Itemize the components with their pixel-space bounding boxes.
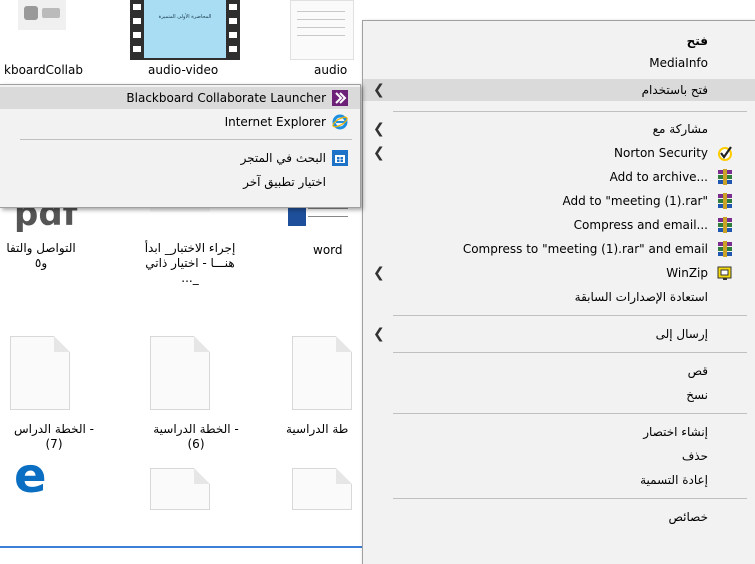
chevron-left-icon: ❮ — [373, 145, 385, 161]
menu-separator — [393, 315, 747, 316]
menu-item-mediainfo[interactable]: MediaInfo — [363, 52, 755, 74]
winrar-icon — [717, 193, 733, 209]
menu-separator — [20, 139, 352, 140]
submenu-item-choose-another-app[interactable]: اختيار تطبيق آخر — [0, 171, 360, 193]
chevron-left-icon: ❮ — [373, 265, 385, 281]
menu-item-delete[interactable]: حذف — [363, 445, 755, 467]
file-label: التواصل والتفا و٥ — [6, 241, 76, 270]
document-icon[interactable] — [10, 336, 70, 410]
context-menu: فتح MediaInfo ❮ فتح باستخدام ❮ مشاركة مع… — [362, 20, 755, 564]
file-thumbnail-collab[interactable] — [18, 0, 66, 30]
menu-item-send-to[interactable]: ❮ إرسال إلى — [363, 323, 755, 345]
audio-file-thumbnail[interactable] — [290, 0, 354, 60]
menu-separator — [393, 111, 747, 112]
video-file-thumbnail[interactable]: المحاضرة الأولى المتميزة — [130, 0, 240, 60]
file-label: audio — [314, 63, 348, 77]
edge-icon[interactable]: e — [14, 448, 54, 504]
file-label: إجراء الاختبار_ ابدأ هنـــا - اختيار ذات… — [144, 241, 236, 285]
open-with-submenu: Blackboard Collaborate Launcher Internet… — [0, 84, 361, 208]
winrar-icon — [717, 217, 733, 233]
menu-item-share-with[interactable]: ❮ مشاركة مع — [363, 118, 755, 140]
menu-separator — [393, 352, 747, 353]
menu-item-open-with[interactable]: ❮ فتح باستخدام — [363, 79, 755, 101]
menu-item-open[interactable]: فتح — [363, 30, 755, 52]
submenu-item-blackboard-launcher[interactable]: Blackboard Collaborate Launcher — [0, 87, 360, 109]
menu-item-cut[interactable]: قص — [363, 360, 755, 382]
menu-item-add-to-rar[interactable]: Add to "meeting (1).rar" — [363, 190, 755, 212]
winrar-icon — [717, 241, 733, 257]
store-icon — [332, 150, 348, 166]
submenu-item-internet-explorer[interactable]: Internet Explorer — [0, 111, 360, 133]
chevron-left-icon: ❮ — [373, 82, 385, 98]
menu-item-copy[interactable]: نسخ — [363, 384, 755, 406]
file-label: - الخطة الدراسية (6) — [153, 422, 239, 451]
menu-item-compress-to-rar-and-email[interactable]: Compress to "meeting (1).rar" and email — [363, 238, 755, 260]
file-label: kboardCollab — [4, 63, 83, 77]
menu-separator — [393, 413, 747, 414]
norton-check-icon — [717, 145, 733, 161]
document-icon[interactable] — [292, 336, 352, 410]
menu-item-compress-and-email[interactable]: Compress and email... — [363, 214, 755, 236]
menu-item-properties[interactable]: خصائص — [363, 506, 755, 528]
menu-item-create-shortcut[interactable]: إنشاء اختصار — [363, 421, 755, 443]
chevron-left-icon: ❮ — [373, 326, 385, 342]
menu-item-norton-security[interactable]: ❮ Norton Security — [363, 142, 755, 164]
status-strip — [0, 546, 362, 548]
menu-item-restore-previous-versions[interactable]: استعادة الإصدارات السابقة — [363, 286, 755, 308]
menu-separator — [393, 498, 747, 499]
file-label: audio-video — [148, 63, 219, 77]
file-label: طة الدراسية — [286, 422, 349, 436]
winrar-icon — [717, 169, 733, 185]
winzip-icon — [717, 265, 733, 281]
document-icon[interactable] — [292, 468, 352, 510]
chevron-left-icon: ❮ — [373, 121, 385, 137]
submenu-item-search-store[interactable]: البحث في المتجر — [0, 147, 360, 169]
internet-explorer-icon — [332, 114, 348, 130]
document-icon[interactable] — [150, 336, 210, 410]
menu-item-winzip[interactable]: ❮ WinZip — [363, 262, 755, 284]
file-label: word — [313, 243, 343, 257]
menu-item-add-to-archive[interactable]: Add to archive... — [363, 166, 755, 188]
video-thumb-title: المحاضرة الأولى المتميزة — [158, 14, 212, 20]
document-icon[interactable] — [150, 468, 210, 510]
menu-item-rename[interactable]: إعادة التسمية — [363, 469, 755, 491]
blackboard-launcher-icon — [332, 90, 348, 106]
